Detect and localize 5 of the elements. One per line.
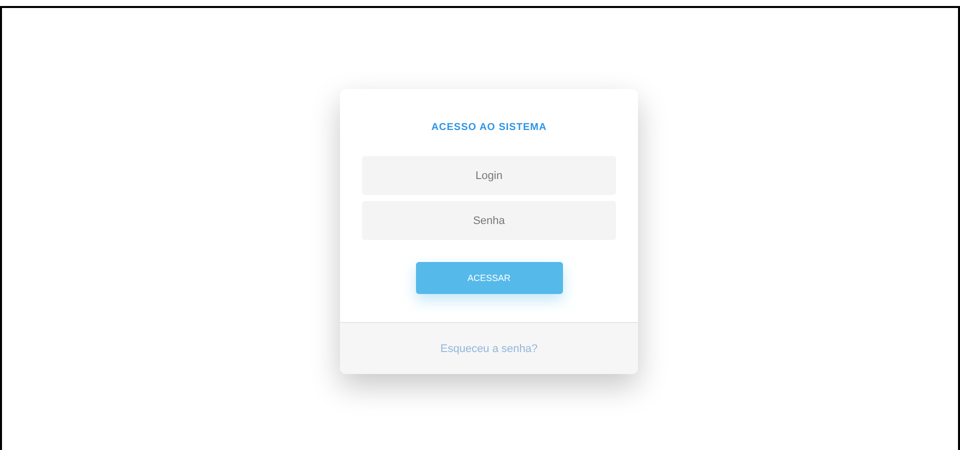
submit-button[interactable]: ACESSAR — [416, 262, 562, 294]
card-title: ACESSO AO SISTEMA — [431, 122, 547, 133]
login-field[interactable]: Login — [362, 156, 616, 195]
forgot-password-link[interactable]: Esqueceu a senha? — [440, 342, 538, 354]
password-field[interactable]: Senha — [362, 201, 616, 240]
